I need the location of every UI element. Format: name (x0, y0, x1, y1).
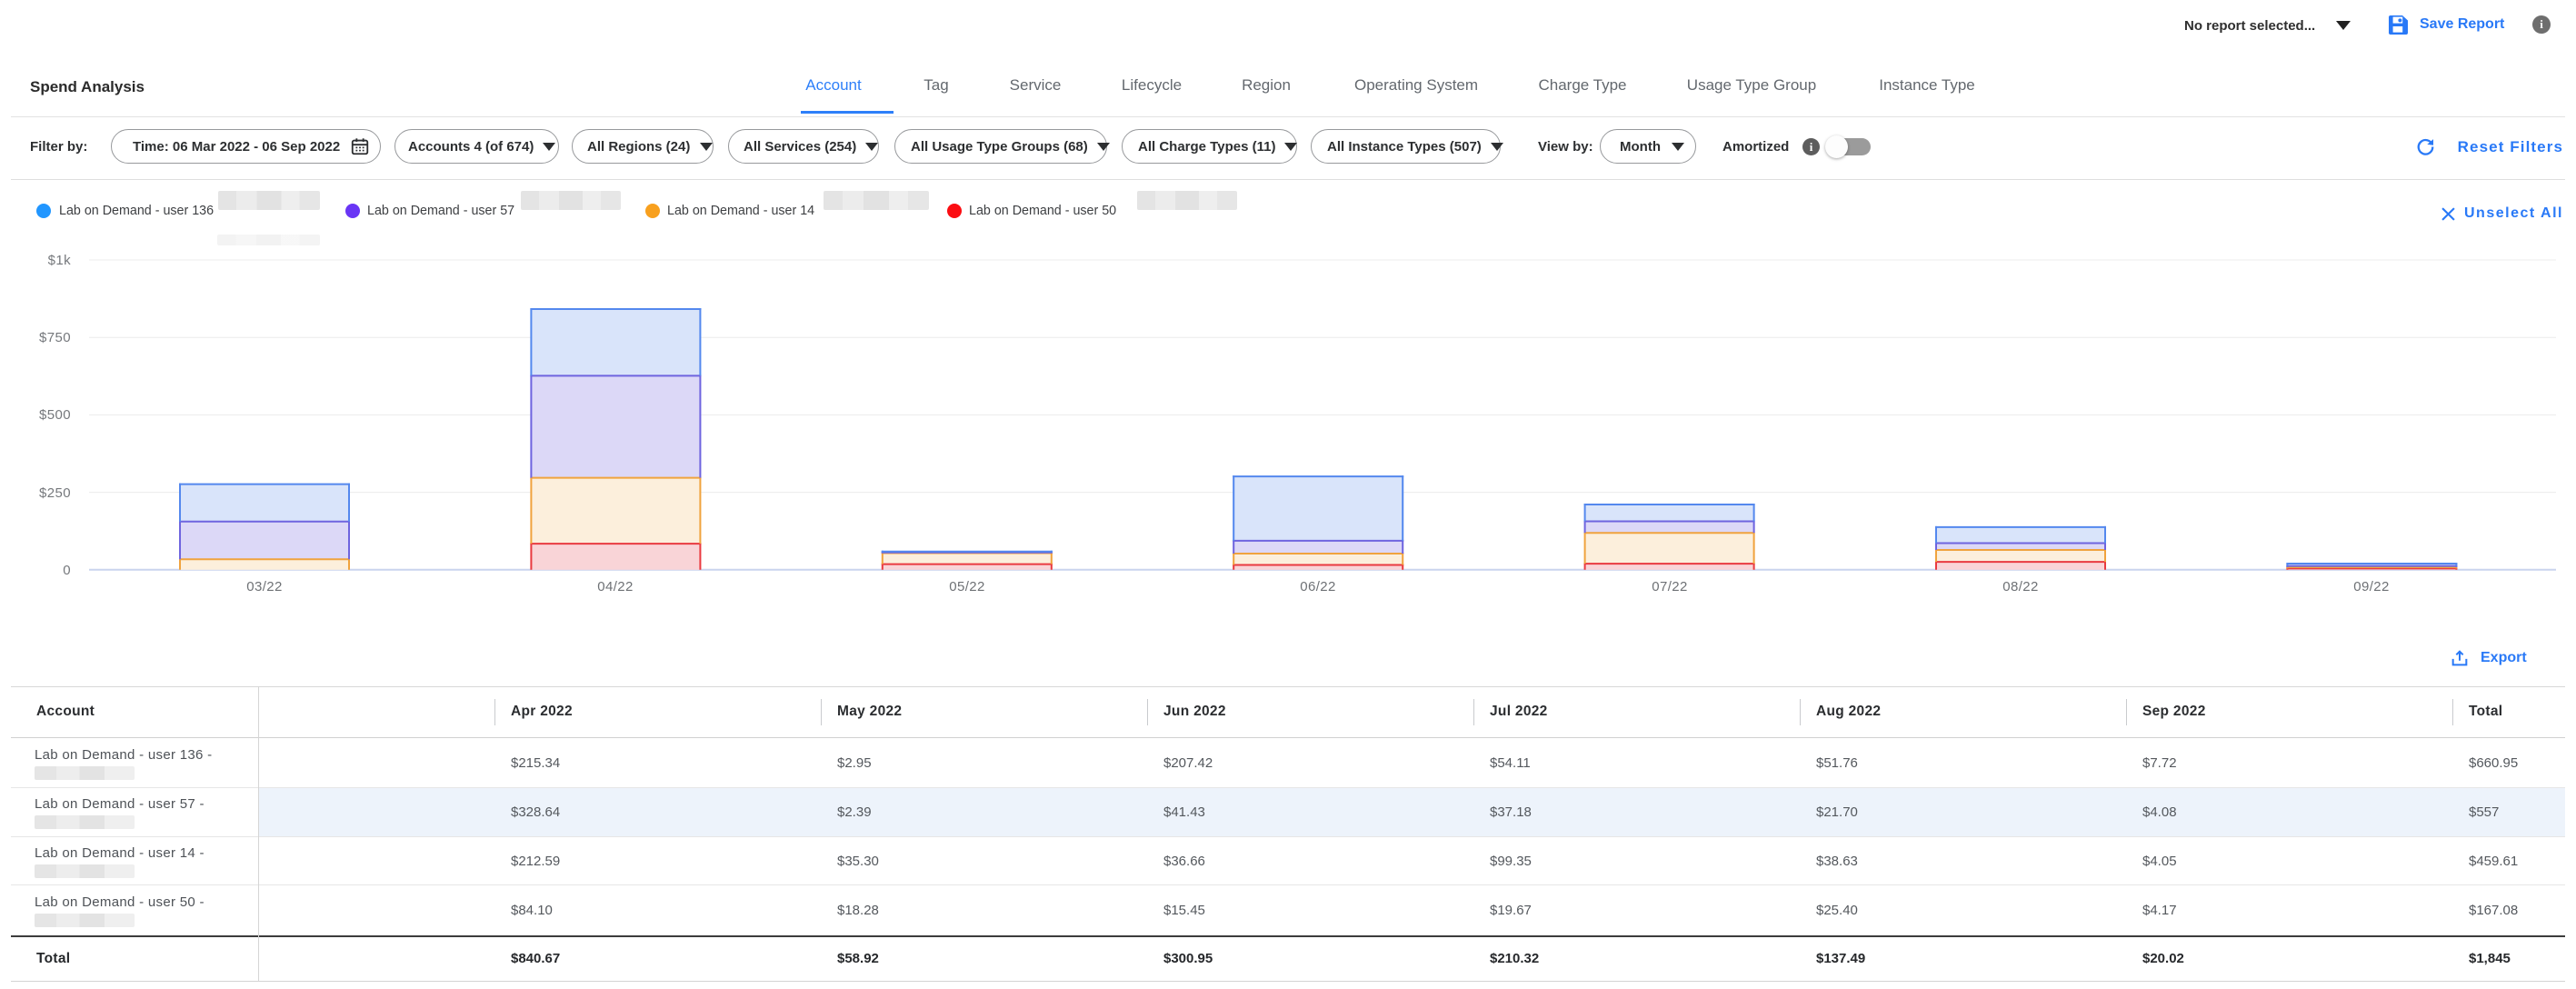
svg-text:03/22: 03/22 (246, 579, 283, 594)
svg-text:$750: $750 (39, 330, 71, 345)
svg-text:07/22: 07/22 (1652, 579, 1688, 594)
svg-text:05/22: 05/22 (949, 579, 985, 594)
svg-text:0: 0 (63, 563, 71, 578)
svg-text:$500: $500 (39, 407, 71, 423)
svg-text:09/22: 09/22 (2353, 579, 2390, 594)
svg-text:$1k: $1k (48, 253, 71, 268)
svg-text:04/22: 04/22 (597, 579, 634, 594)
svg-text:06/22: 06/22 (1300, 579, 1336, 594)
svg-text:08/22: 08/22 (2002, 579, 2039, 594)
svg-text:$250: $250 (39, 485, 71, 501)
